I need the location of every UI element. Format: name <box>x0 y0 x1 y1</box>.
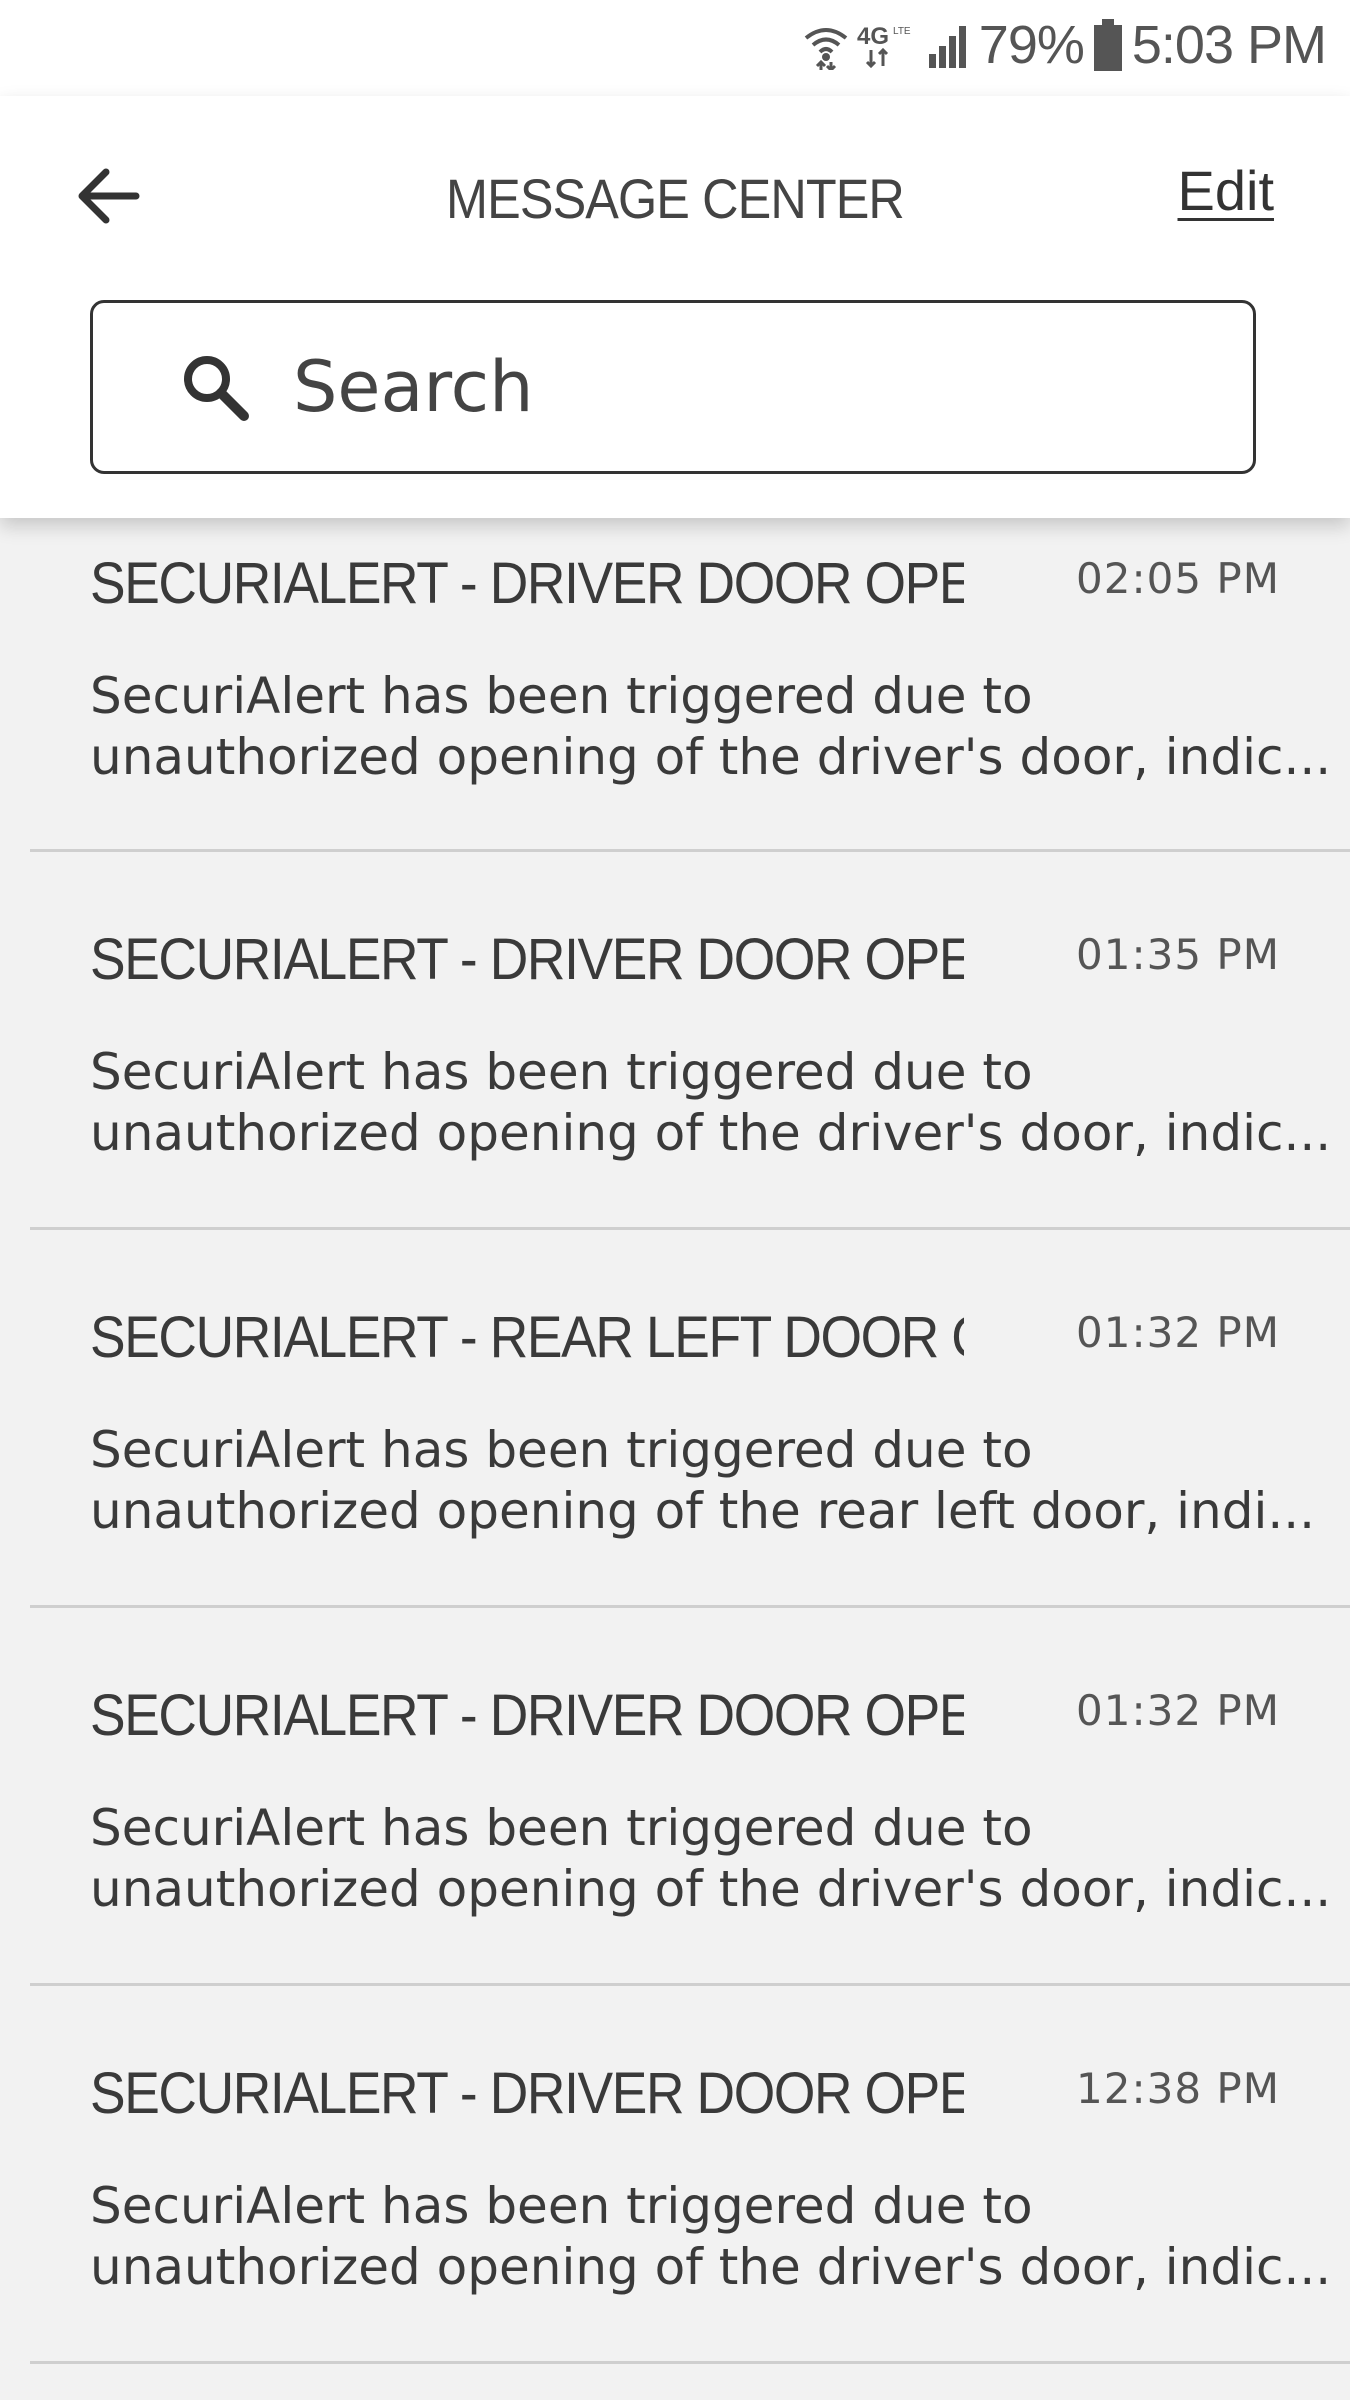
battery-icon <box>1092 19 1124 71</box>
battery-percentage: 79% <box>978 15 1085 75</box>
message-time: 01:32 PM <box>1076 1686 1280 1735</box>
status-bar: 4G LTE 79% 5:03 PM <box>0 0 1350 96</box>
wifi-icon <box>803 20 849 70</box>
page-title: MESSAGE CENTER <box>446 167 905 230</box>
message-title: SECURIALERT - REAR LEFT DOOR OPE... <box>90 1305 964 1370</box>
message-preview-line: unauthorized opening of the driver's doo… <box>90 1860 1332 1918</box>
message-preview-line: unauthorized opening of the rear left do… <box>90 1482 1316 1540</box>
message-item[interactable]: SECURIALERT - DRIVER DOOR OPENED 02:05 P… <box>0 518 1350 852</box>
message-preview: SecuriAlert has been triggered due to un… <box>90 1420 1316 1542</box>
message-item[interactable]: SECURIALERT - DRIVER DOOR OPENED 01:35 P… <box>0 852 1350 1230</box>
message-preview-line: SecuriAlert has been triggered due to <box>90 1799 1033 1857</box>
message-preview: SecuriAlert has been triggered due to un… <box>90 1798 1332 1920</box>
message-preview-line: unauthorized opening of the driver's doo… <box>90 1104 1332 1162</box>
message-list: SECURIALERT - DRIVER DOOR OPENED 02:05 P… <box>0 518 1350 2364</box>
message-preview-line: SecuriAlert has been triggered due to <box>90 1043 1033 1101</box>
message-preview-line: SecuriAlert has been triggered due to <box>90 1421 1033 1479</box>
status-indicators: 4G LTE 79% 5:03 PM <box>803 12 1327 78</box>
message-title: SECURIALERT - DRIVER DOOR OPENED <box>90 1683 964 1748</box>
message-title: SECURIALERT - DRIVER DOOR OPENED <box>90 927 964 992</box>
message-preview: SecuriAlert has been triggered due to un… <box>90 1042 1332 1164</box>
message-time: 01:32 PM <box>1076 1308 1280 1357</box>
signal-icon <box>927 20 971 70</box>
svg-text:LTE: LTE <box>893 26 911 37</box>
message-preview-line: SecuriAlert has been triggered due to <box>90 2177 1033 2235</box>
message-time: 12:38 PM <box>1076 2064 1280 2113</box>
search-icon <box>175 347 255 427</box>
message-item[interactable]: SECURIALERT - DRIVER DOOR OPENED 12:38 P… <box>0 1986 1350 2364</box>
svg-text:4G: 4G <box>857 23 889 50</box>
message-preview: SecuriAlert has been triggered due to un… <box>90 666 1332 788</box>
divider <box>30 2361 1350 2364</box>
message-item[interactable]: SECURIALERT - DRIVER DOOR OPENED 01:32 P… <box>0 1608 1350 1986</box>
message-preview-line: unauthorized opening of the driver's doo… <box>90 728 1332 786</box>
message-preview-line: SecuriAlert has been triggered due to <box>90 667 1033 725</box>
message-title: SECURIALERT - DRIVER DOOR OPENED <box>90 551 964 616</box>
4g-lte-icon: 4G LTE <box>857 20 919 70</box>
search-bar[interactable] <box>90 300 1256 474</box>
header: MESSAGE CENTER Edit <box>0 96 1350 518</box>
message-item[interactable]: SECURIALERT - REAR LEFT DOOR OPE... 01:3… <box>0 1230 1350 1608</box>
message-time: 01:35 PM <box>1076 930 1280 979</box>
clock: 5:03 PM <box>1131 15 1327 75</box>
message-preview-line: unauthorized opening of the driver's doo… <box>90 2238 1332 2296</box>
message-time: 02:05 PM <box>1076 554 1280 603</box>
message-title: SECURIALERT - DRIVER DOOR OPENED <box>90 2061 964 2126</box>
search-input[interactable] <box>293 327 1193 447</box>
message-preview: SecuriAlert has been triggered due to un… <box>90 2176 1332 2298</box>
edit-button[interactable]: Edit <box>1178 158 1275 223</box>
